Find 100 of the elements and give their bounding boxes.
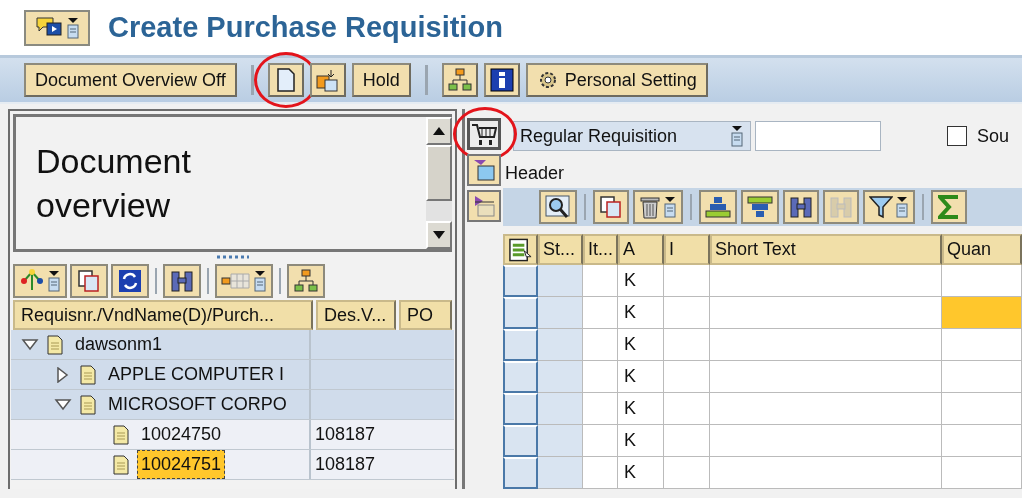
document-icon: [47, 334, 63, 355]
info-icon: [489, 68, 514, 92]
dropdown-icon: [65, 16, 80, 39]
hierarchy-button[interactable]: [287, 264, 325, 298]
table-cell: [664, 393, 710, 425]
row-select-button[interactable]: [503, 234, 538, 265]
hierarchy-button[interactable]: [441, 63, 478, 97]
filter-button[interactable]: [863, 189, 915, 224]
column-header[interactable]: PO: [399, 300, 452, 330]
header-icon: [472, 158, 496, 182]
menu-button[interactable]: [24, 9, 90, 46]
table-cell: K: [618, 393, 664, 425]
new-document-icon: [275, 68, 296, 92]
row-select-icon: [508, 236, 533, 263]
squares-button[interactable]: [309, 63, 346, 97]
table-cell: [583, 457, 618, 489]
dropdown-icon: [47, 270, 61, 292]
personal-setting-button[interactable]: Personal Setting: [525, 63, 708, 97]
hold-button[interactable]: Hold: [351, 63, 411, 97]
up-arrow-icon: [433, 127, 445, 135]
row-selector[interactable]: [503, 297, 538, 329]
tree-item[interactable]: 10024750: [137, 420, 226, 449]
down-arrow-icon: [433, 231, 445, 239]
cart-button[interactable]: [467, 118, 501, 150]
checkbox[interactable]: [947, 126, 967, 147]
cart-icon: [471, 122, 497, 146]
dropdown-icon: [253, 270, 267, 292]
table-cell: [664, 457, 710, 489]
table-cell: [583, 393, 618, 425]
table-cell: [538, 393, 583, 425]
find-button[interactable]: [783, 189, 819, 224]
document-overview-button[interactable]: Document Overview Off: [24, 63, 237, 97]
layout-button[interactable]: [215, 264, 273, 298]
row-selector[interactable]: [503, 329, 538, 361]
table-cell: [538, 265, 583, 297]
expanded-arrow-icon[interactable]: [21, 336, 39, 353]
column-header[interactable]: It...: [583, 234, 618, 265]
row-selector[interactable]: [503, 361, 538, 393]
expanded-arrow-icon[interactable]: [54, 396, 72, 413]
sort-ascending-button[interactable]: [699, 189, 737, 224]
tree-cell-text: 108187: [315, 453, 376, 476]
sum-button[interactable]: [931, 189, 967, 224]
copy-button[interactable]: [70, 264, 108, 298]
sort-descending-button[interactable]: [741, 189, 779, 224]
table-cell: [538, 361, 583, 393]
delete-button[interactable]: [633, 189, 683, 224]
row-selector[interactable]: [503, 425, 538, 457]
new-document-button[interactable]: [267, 63, 304, 97]
column-header[interactable]: Quan: [942, 234, 1022, 265]
tree-item[interactable]: 10024751: [137, 450, 226, 479]
row-selector[interactable]: [503, 457, 538, 489]
document-type-dropdown[interactable]: Regular Requisition: [513, 121, 751, 152]
item-icon: [472, 194, 496, 218]
header-button[interactable]: [467, 154, 501, 186]
scroll-up-button[interactable]: [426, 117, 452, 145]
binoculars-plus-icon: [829, 194, 853, 219]
hierarchy-icon: [447, 68, 472, 92]
table-cell: K: [618, 329, 664, 361]
table-cell: [583, 425, 618, 457]
table-cell: K: [618, 297, 664, 329]
dropdown-icon: [895, 195, 909, 218]
find-button[interactable]: [163, 264, 201, 298]
checkbox-label: Sou: [977, 124, 1010, 148]
table-cell: [664, 361, 710, 393]
column-header[interactable]: I: [664, 234, 710, 265]
table-cell: [538, 425, 583, 457]
scroll-thumb[interactable]: [426, 145, 452, 201]
info-button[interactable]: [483, 63, 520, 97]
tree-cell-text: 108187: [315, 423, 376, 446]
binoculars-icon: [170, 269, 194, 293]
document-icon: [113, 454, 129, 475]
column-header[interactable]: Requisnr./VndName(D)/Purch...: [13, 300, 313, 330]
column-header[interactable]: Des.V...: [316, 300, 396, 330]
refresh-icon: [118, 269, 142, 293]
tree-button[interactable]: [13, 264, 67, 298]
column-header[interactable]: St...: [538, 234, 583, 265]
sort-descending-icon: [747, 195, 773, 218]
splitter-handle-icon: [215, 255, 250, 259]
row-selector[interactable]: [503, 265, 538, 297]
document-icon: [113, 424, 129, 445]
refresh-button[interactable]: [111, 264, 149, 298]
squares-icon: [315, 68, 340, 92]
hierarchy-icon: [294, 269, 318, 293]
item-button[interactable]: [467, 190, 501, 222]
scroll-down-button[interactable]: [426, 221, 452, 249]
table-cell: [583, 329, 618, 361]
details-button[interactable]: [539, 189, 577, 224]
copy-button[interactable]: [593, 189, 629, 224]
page-title: Create Purchase Requisition: [108, 10, 503, 45]
filter-icon: [869, 194, 893, 219]
number-field[interactable]: [755, 121, 881, 152]
row-selector[interactable]: [503, 393, 538, 425]
sort-ascending-icon: [705, 195, 731, 218]
table-cell: K: [618, 425, 664, 457]
column-header[interactable]: Short Text: [710, 234, 942, 265]
dropdown-icon: [663, 195, 677, 218]
sum-icon: [938, 194, 960, 219]
copy-icon: [600, 195, 622, 218]
document-icon: [80, 364, 96, 385]
column-header[interactable]: A: [618, 234, 664, 265]
